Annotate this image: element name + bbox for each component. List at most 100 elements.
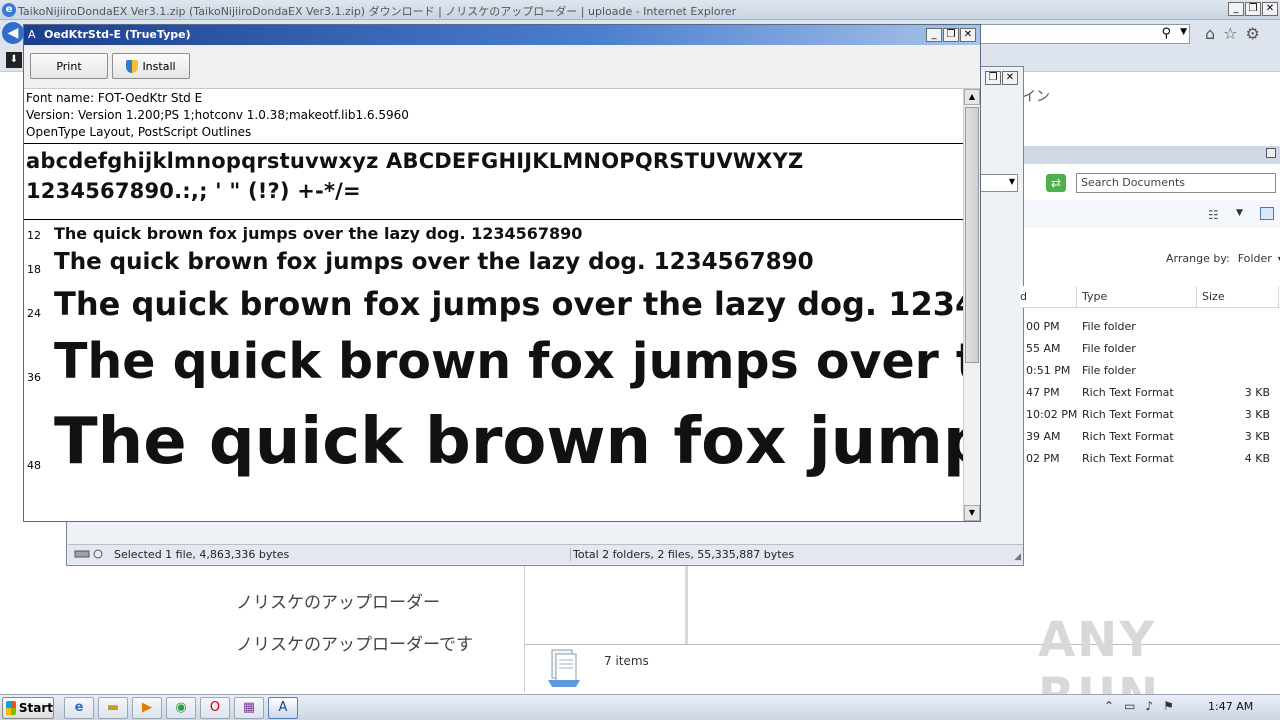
tray-volume-icon[interactable]: ♪	[1145, 699, 1153, 713]
font-viewer-window-controls: _ ❐ ✕	[926, 28, 976, 42]
column-header-date[interactable]: d	[1020, 290, 1027, 303]
start-button[interactable]: Start	[2, 697, 54, 719]
font-name: Font name: FOT-OedKtr Std E	[26, 91, 203, 105]
explorer-minimize-button[interactable]	[1266, 148, 1276, 158]
preview-pane-icon[interactable]	[1260, 207, 1274, 220]
column-header-type[interactable]: Type	[1082, 290, 1107, 303]
ie-restore-button[interactable]: ❐	[1245, 2, 1261, 16]
status-selected: Selected 1 file, 4,863,336 bytes	[114, 548, 290, 561]
file-size: 4 KB	[1244, 452, 1270, 465]
scroll-thumb[interactable]	[965, 107, 979, 363]
page-heading[interactable]: ノリスケのアップローダー	[236, 588, 440, 613]
chevron-down-icon[interactable]: ▼	[1009, 177, 1015, 186]
file-row[interactable]: 10:02 PM Rich Text Format 3 KB	[1020, 404, 1280, 426]
explorer-status-bar: Selected 1 file, 4,863,336 bytes Total 2…	[68, 544, 1023, 564]
digits-sample: 1234567890.:,; ' " (!?) +-*/=	[26, 179, 361, 203]
gear-icon[interactable]: ⚙	[1246, 24, 1260, 43]
search-documents-input[interactable]: Search Documents	[1076, 173, 1276, 193]
size-label-18: 18	[27, 263, 41, 276]
explorer-header-strip	[1024, 146, 1280, 164]
print-button[interactable]: Print	[30, 53, 108, 79]
chevron-down-icon[interactable]: ▼	[1236, 208, 1243, 218]
tray-flag-icon[interactable]: ⚑	[1163, 699, 1174, 713]
sample-text-48: The quick brown fox jumps over the lazy …	[54, 405, 963, 479]
resize-grip-icon[interactable]: ◢	[1014, 552, 1021, 562]
winrar-icon[interactable]: ▦	[234, 697, 264, 719]
internet-explorer-icon[interactable]: e	[64, 697, 94, 719]
back-icon[interactable]: ◀	[2, 22, 24, 44]
ie-address-search[interactable]: ⚲ ▼	[980, 24, 1190, 44]
ie-close-button[interactable]: ✕	[1262, 2, 1278, 16]
font-viewer-toolbar: Print Install	[24, 45, 980, 89]
font-viewer-task-icon[interactable]: A	[268, 697, 298, 719]
file-date: 55 AM	[1026, 342, 1061, 355]
file-size: 3 KB	[1244, 430, 1270, 443]
favorites-star-icon[interactable]: ☆	[1223, 24, 1237, 43]
font-viewer-window: A OedKtrStd-E (TrueType) _ ❐ ✕ Print Ins…	[23, 24, 981, 522]
file-row[interactable]: 39 AM Rich Text Format 3 KB	[1020, 426, 1280, 448]
size-label-12: 12	[27, 229, 41, 242]
tray-network-icon[interactable]: ▭	[1124, 699, 1135, 713]
column-header-size[interactable]: Size	[1202, 290, 1225, 303]
explorer-restore-button[interactable]: ❐	[985, 71, 1001, 85]
size-label-36: 36	[27, 371, 41, 384]
arrange-by-value[interactable]: Folder	[1238, 252, 1272, 265]
font-viewer-title: OedKtrStd-E (TrueType)	[44, 28, 191, 41]
file-type: Rich Text Format	[1082, 386, 1174, 399]
file-date: 10:02 PM	[1026, 408, 1078, 421]
chrome-icon[interactable]: ◉	[166, 697, 196, 719]
ie-logo-icon: e	[2, 3, 16, 17]
explorer-toolbar: ☷ ▼	[1024, 200, 1280, 228]
file-date: 47 PM	[1026, 386, 1060, 399]
search-icon[interactable]: ⚲	[1161, 26, 1171, 41]
file-row[interactable]: 47 PM Rich Text Format 3 KB	[1020, 382, 1280, 404]
clock[interactable]: 1:47 AM	[1208, 700, 1253, 713]
font-viewer-minimize-button[interactable]: _	[926, 28, 942, 42]
view-options-icon[interactable]: ☷	[1208, 208, 1219, 222]
file-explorer-icon[interactable]: ▬	[98, 697, 128, 719]
file-size: 3 KB	[1244, 408, 1270, 421]
file-row[interactable]: 0:51 PM File folder	[1020, 360, 1280, 382]
font-viewer-restore-button[interactable]: ❐	[943, 28, 959, 42]
ie-toolbar-icons: ⌂ ☆ ⚙	[1205, 24, 1260, 43]
scroll-up-icon[interactable]: ▲	[964, 89, 980, 105]
panel-divider	[685, 566, 688, 644]
media-player-icon[interactable]: ▶	[132, 697, 162, 719]
chevron-down-icon[interactable]: ▼	[1180, 27, 1187, 37]
install-button-label: Install	[142, 59, 176, 73]
explorer-close-button[interactable]: ✕	[1002, 71, 1018, 85]
file-row[interactable]: 55 AM File folder	[1020, 338, 1280, 360]
file-type: File folder	[1082, 342, 1136, 355]
column-separator[interactable]	[1196, 286, 1197, 308]
explorer-partial-text: イン	[1022, 89, 1050, 105]
font-viewer-close-button[interactable]: ✕	[960, 28, 976, 42]
font-file-icon: A	[28, 28, 36, 41]
download-icon[interactable]: ⬇	[6, 52, 22, 68]
column-separator[interactable]	[1076, 286, 1077, 308]
sample-text-12: The quick brown fox jumps over the lazy …	[54, 224, 583, 243]
font-version: Version: Version 1.200;PS 1;hotconv 1.0.…	[26, 108, 409, 122]
documents-library-icon	[548, 649, 580, 687]
status-total: Total 2 folders, 2 files, 55,335,887 byt…	[570, 548, 794, 561]
ie-title-bar: e TaikoNijiiroDondaEX Ver3.1.zip (TaikoN…	[0, 0, 1280, 20]
install-button[interactable]: Install	[112, 53, 190, 79]
windows-logo-icon	[6, 701, 16, 715]
tray-expand-icon[interactable]: ⌃	[1104, 699, 1114, 713]
size-label-48: 48	[27, 459, 41, 472]
scroll-down-icon[interactable]: ▼	[964, 505, 980, 521]
uac-shield-icon	[126, 59, 139, 73]
file-row[interactable]: 02 PM Rich Text Format 4 KB	[1020, 448, 1280, 470]
arrange-by: Arrange by:Folder▼	[1166, 252, 1280, 265]
vertical-scrollbar[interactable]: ▲ ▼	[963, 89, 980, 521]
refresh-icon[interactable]: ⇄	[1046, 174, 1066, 192]
status-drive-icon	[74, 549, 103, 559]
column-separator[interactable]	[1278, 286, 1279, 308]
home-icon[interactable]: ⌂	[1205, 24, 1215, 43]
items-count: 7 items	[604, 654, 649, 668]
explorer-address-dropdown[interactable]: ▼	[980, 174, 1018, 192]
file-row[interactable]: 00 PM File folder	[1020, 316, 1280, 338]
opera-icon[interactable]: O	[200, 697, 230, 719]
ie-minimize-button[interactable]: _	[1228, 2, 1244, 16]
font-outlines: OpenType Layout, PostScript Outlines	[26, 125, 252, 139]
file-type: Rich Text Format	[1082, 452, 1174, 465]
